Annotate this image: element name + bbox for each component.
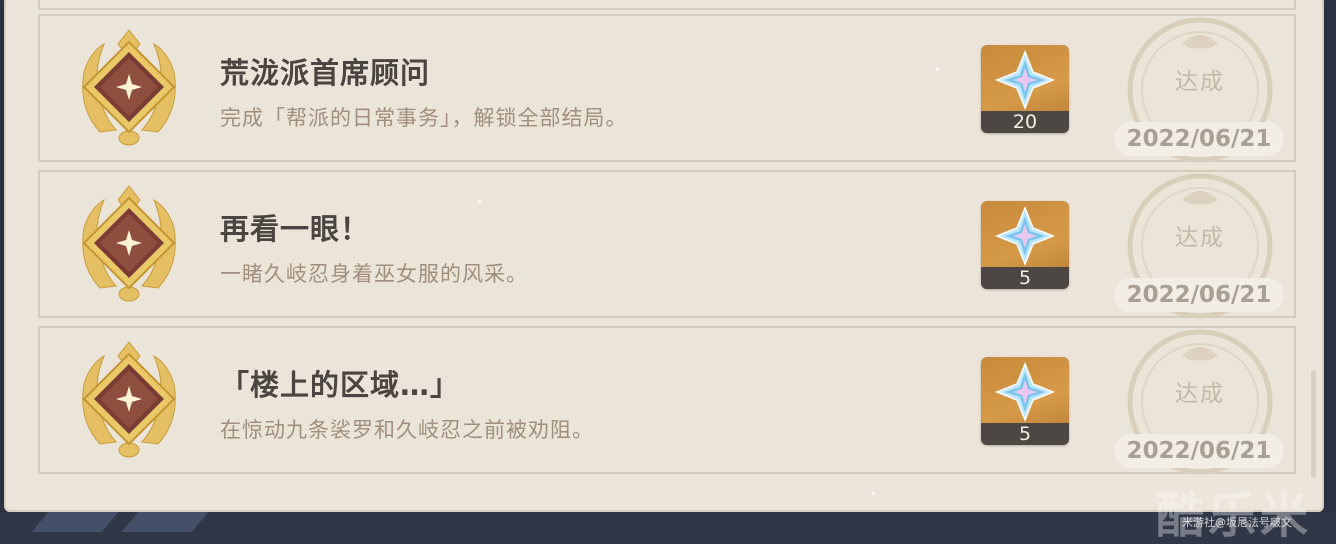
status-label: 达成 <box>1175 69 1225 95</box>
achievement-description: 一睹久岐忍身着巫女服的风采。 <box>220 262 528 286</box>
achievement-title: 「楼上的区域…」 <box>220 368 461 402</box>
achievement-screen: 荒泷派首席顾问 完成「帮派的日常事务」，解锁全部结局。 20 达成 2022/0… <box>0 0 1336 544</box>
primogem-icon <box>995 50 1055 110</box>
achievement-description: 完成「帮派的日常事务」，解锁全部结局。 <box>220 106 628 130</box>
achievement-title: 再看一眼！ <box>220 212 371 246</box>
gold-laurel-medal-icon <box>82 29 176 146</box>
watermark: 酷乐米 米游社@坂尼法号啵文 <box>1156 476 1336 544</box>
reward-count: 5 <box>981 423 1069 445</box>
achievement-row[interactable]: 「楼上的区域…」 在惊动九条裟罗和久岐忍之前被劝阻。 5 达成 2022/06/… <box>38 326 1296 475</box>
status-label: 达成 <box>1175 225 1225 251</box>
reward-item[interactable]: 20 <box>981 45 1069 133</box>
gold-laurel-medal-icon <box>82 185 176 302</box>
reward-item[interactable]: 5 <box>981 357 1069 445</box>
sparkle-decoration <box>936 68 939 71</box>
primogem-icon <box>995 362 1055 422</box>
achievement-row-partial <box>38 0 1296 10</box>
sparkle-decoration <box>872 492 875 495</box>
sparkle-decoration <box>478 200 481 203</box>
gold-laurel-medal-icon <box>82 341 176 458</box>
completion-date: 2022/06/21 <box>1114 278 1284 312</box>
watermark-caption: 米游社@坂尼法号啵文 <box>1182 516 1292 529</box>
reward-item[interactable]: 5 <box>981 201 1069 289</box>
achievement-title: 荒泷派首席顾问 <box>220 56 431 90</box>
achievement-description: 在惊动九条裟罗和久岐忍之前被劝阻。 <box>220 418 594 442</box>
scrollbar-thumb[interactable] <box>1311 370 1316 478</box>
completion-date: 2022/06/21 <box>1114 122 1284 156</box>
reward-count: 5 <box>981 267 1069 289</box>
reward-count: 20 <box>981 111 1069 133</box>
completion-date: 2022/06/21 <box>1114 434 1284 468</box>
primogem-icon <box>995 206 1055 266</box>
status-label: 达成 <box>1175 381 1225 407</box>
achievement-row[interactable]: 再看一眼！ 一睹久岐忍身着巫女服的风采。 5 达成 2022/06/21 <box>38 170 1296 319</box>
watermark-logo: 酷乐米 <box>1156 488 1313 544</box>
achievement-row[interactable]: 荒泷派首席顾问 完成「帮派的日常事务」，解锁全部结局。 20 达成 2022/0… <box>38 14 1296 163</box>
